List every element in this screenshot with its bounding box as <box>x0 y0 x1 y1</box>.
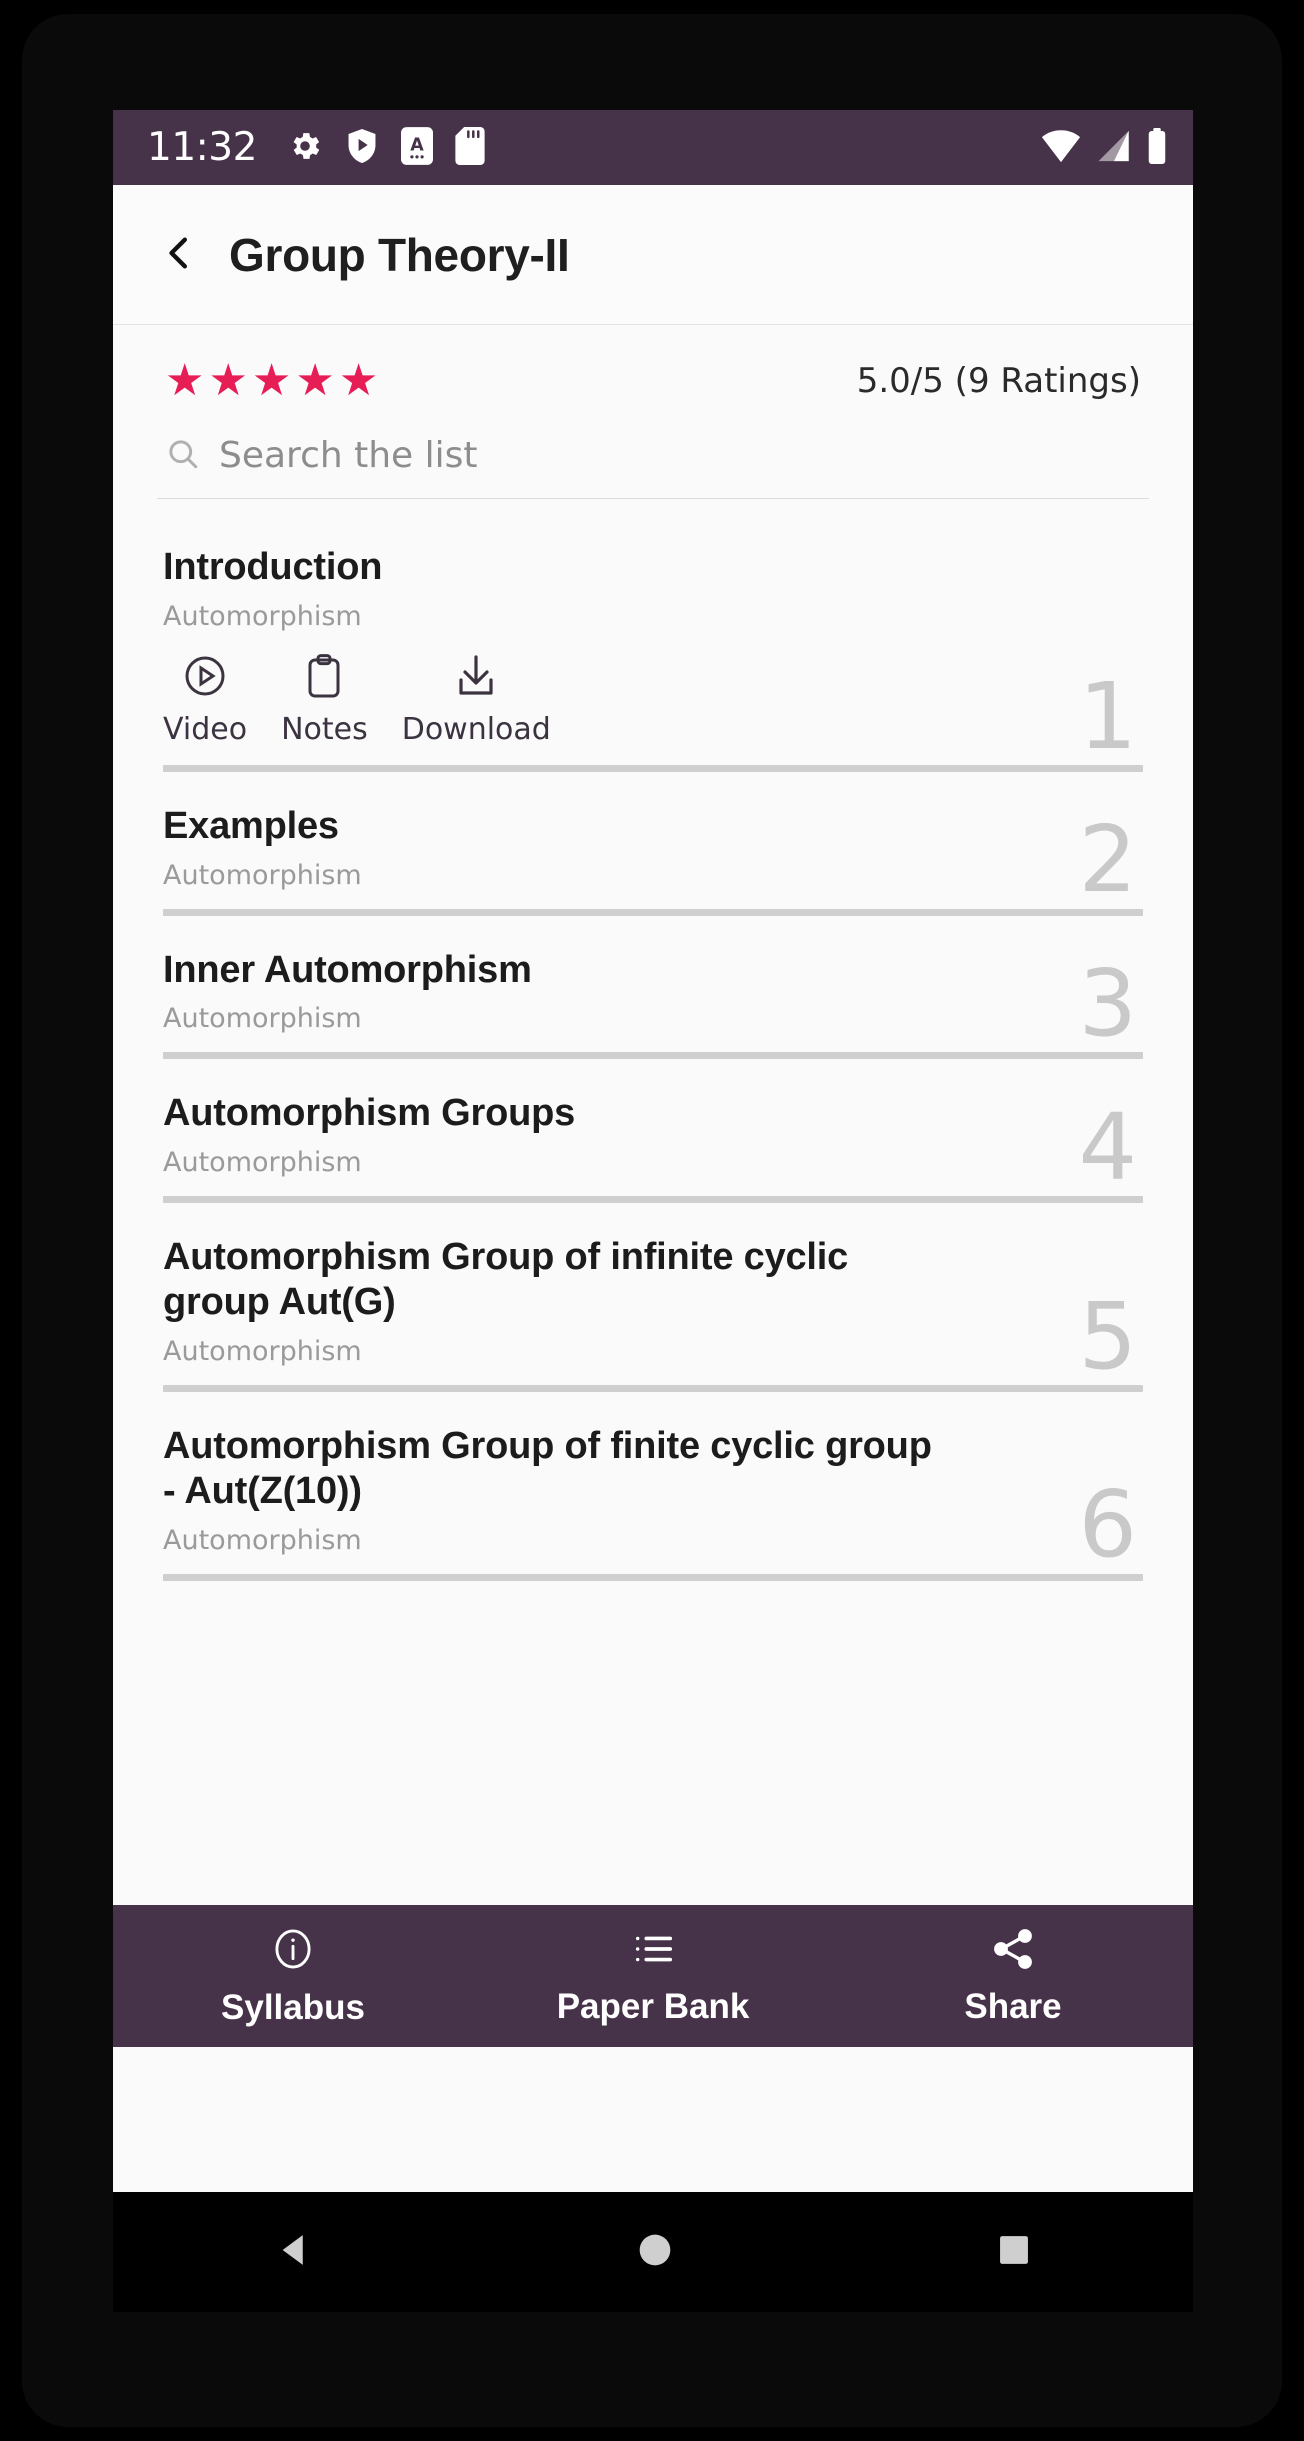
list-item[interactable]: Automorphism Groups Automorphism 4 <box>155 1059 1151 1204</box>
back-triangle-icon <box>273 2229 315 2275</box>
list-item[interactable]: Examples Automorphism 2 <box>155 772 1151 916</box>
app-bar: Group Theory-II <box>113 185 1193 325</box>
list-item-title: Automorphism Groups <box>163 1092 576 1135</box>
download-action-label: Download <box>401 711 551 747</box>
info-circle-icon <box>270 1924 316 1978</box>
list-item-divider <box>163 1384 1143 1392</box>
download-icon <box>452 652 500 704</box>
video-action-label: Video <box>163 711 248 747</box>
system-recents-button[interactable] <box>995 2231 1033 2273</box>
list-item-divider <box>163 908 1143 916</box>
nav-label-share: Share <box>964 1987 1062 2026</box>
star-icon[interactable]: ★ <box>252 359 291 403</box>
list-item-divider <box>163 1052 1143 1060</box>
star-icon[interactable]: ★ <box>165 359 204 403</box>
list-item-title: Automorphism Group of finite cyclic grou… <box>163 1424 932 1512</box>
status-bar: 11:32 A <box>113 110 1193 185</box>
list-item-actions: Video Notes Download <box>163 652 1143 747</box>
lesson-list: Introduction Automorphism Video Notes Do… <box>155 499 1151 1581</box>
bottom-navigation: Syllabus Paper Bank Share <box>113 1905 1193 2047</box>
share-icon <box>989 1925 1037 1977</box>
list-item-divider <box>163 764 1143 772</box>
content-scroll-area[interactable]: ★ ★ ★ ★ ★ 5.0/5 (9 Ratings) Search the l… <box>113 325 1193 1905</box>
battery-icon <box>1147 127 1167 168</box>
notes-action-label: Notes <box>281 711 368 747</box>
nav-label-paper-bank: Paper Bank <box>556 1987 750 2026</box>
recents-square-icon <box>995 2231 1033 2273</box>
list-item[interactable]: Introduction Automorphism Video Notes Do… <box>155 513 1151 772</box>
status-time: 11:32 <box>147 125 257 170</box>
list-item-subtitle: Automorphism <box>163 859 362 891</box>
clipboard-icon <box>300 652 348 704</box>
back-button[interactable] <box>149 225 209 285</box>
letter-a-icon: A <box>400 126 433 169</box>
star-icon[interactable]: ★ <box>339 359 378 403</box>
chevron-left-icon <box>159 233 199 277</box>
system-navigation-bar <box>113 2192 1193 2312</box>
search-input[interactable]: Search the list <box>219 435 478 476</box>
list-item-subtitle: Automorphism <box>163 600 362 632</box>
device-frame: 11:32 A Group Theory-II ★ ★ ★ ★ ★ 5.0/5 … <box>0 0 1304 2441</box>
download-action[interactable]: Download <box>402 652 551 747</box>
star-icon[interactable]: ★ <box>295 359 334 403</box>
list-icon <box>630 1925 676 1977</box>
list-item-subtitle: Automorphism <box>163 1003 362 1035</box>
nav-label-syllabus: Syllabus <box>221 1988 365 2027</box>
list-item-title: Automorphism Group of infinite cyclic gr… <box>163 1236 849 1324</box>
status-bar-left-icons: A <box>287 126 485 169</box>
list-item-title: Introduction <box>163 546 383 588</box>
status-bar-right-icons <box>1041 127 1167 168</box>
play-circle-icon <box>181 652 229 704</box>
sd-card-icon <box>455 126 485 169</box>
nav-item-share[interactable]: Share <box>833 1925 1193 2027</box>
nav-item-syllabus[interactable]: Syllabus <box>113 1924 473 2028</box>
home-circle-icon <box>635 2230 675 2274</box>
wifi-icon <box>1041 129 1081 167</box>
list-item-subtitle: Automorphism <box>163 1335 362 1367</box>
star-icon[interactable]: ★ <box>208 359 247 403</box>
video-action[interactable]: Video <box>163 652 247 747</box>
list-item-title: Examples <box>163 804 339 847</box>
cellular-signal-icon <box>1095 129 1133 167</box>
search-field[interactable]: Search the list <box>157 425 1149 499</box>
system-back-button[interactable] <box>273 2229 315 2275</box>
page-title: Group Theory-II <box>229 228 570 281</box>
list-item[interactable]: Automorphism Group of infinite cyclic gr… <box>155 1203 1151 1392</box>
list-item-divider <box>163 1573 1143 1581</box>
star-rating[interactable]: ★ ★ ★ ★ ★ <box>165 359 378 403</box>
shield-play-icon <box>345 127 379 169</box>
list-item-divider <box>163 1196 1143 1204</box>
list-item[interactable]: Automorphism Group of finite cyclic grou… <box>155 1392 1151 1581</box>
list-item-title: Inner Automorphism <box>163 948 532 991</box>
notes-action[interactable]: Notes <box>281 652 368 747</box>
svg-text:A: A <box>410 135 424 155</box>
gear-icon <box>287 128 323 168</box>
search-icon <box>165 436 201 476</box>
system-home-button[interactable] <box>635 2230 675 2274</box>
nav-item-paper-bank[interactable]: Paper Bank <box>473 1925 833 2027</box>
rating-summary-text: 5.0/5 (9 Ratings) <box>856 361 1141 401</box>
list-item-subtitle: Automorphism <box>163 1524 362 1556</box>
phone-screen: 11:32 A Group Theory-II ★ ★ ★ ★ ★ 5.0/5 … <box>113 110 1193 2192</box>
rating-row: ★ ★ ★ ★ ★ 5.0/5 (9 Ratings) <box>155 325 1151 425</box>
list-item-subtitle: Automorphism <box>163 1147 362 1179</box>
list-item[interactable]: Inner Automorphism Automorphism 3 <box>155 916 1151 1060</box>
